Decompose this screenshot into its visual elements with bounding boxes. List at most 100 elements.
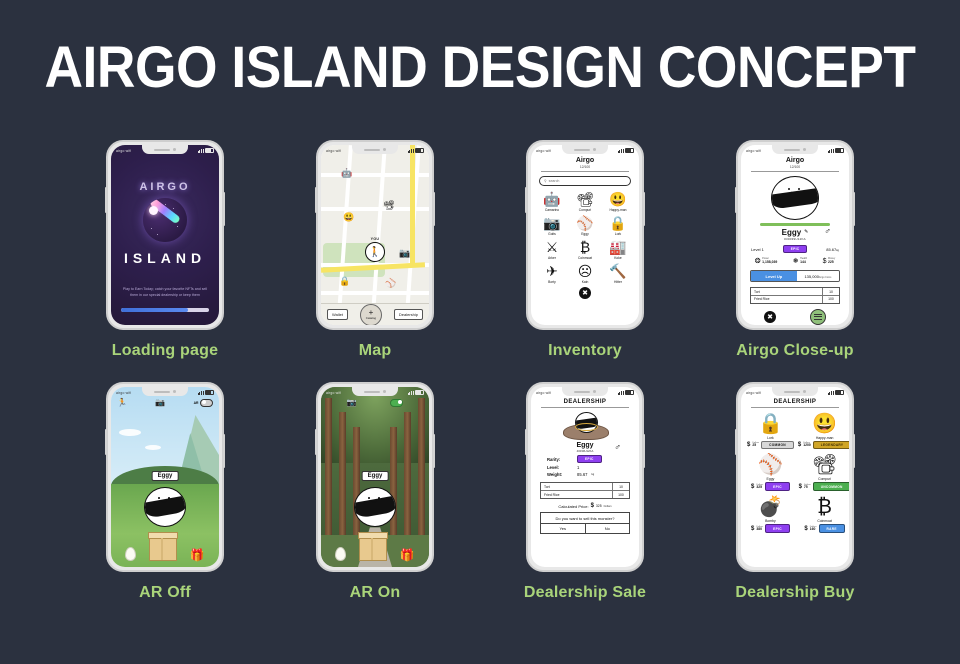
phone-screen: 🤖 📽 😃 📷 🔒 ⚾ YOU 🚶 Wallet + Catalog Deale… — [321, 145, 429, 325]
gift-item[interactable]: 🎁 — [190, 549, 205, 561]
offer-grid: 🔒 Lork $ Dollars 25 COMMON 😃 Happy-man $… — [747, 413, 849, 534]
plus-icon: + — [368, 308, 374, 317]
phone-notch — [352, 387, 398, 396]
offer-card[interactable]: 💣 Bomby $ Dollars 380 EPIC — [747, 496, 794, 534]
no-button[interactable]: No — [586, 524, 630, 533]
offer-card[interactable]: ₿ Coinmoat $ Dollars 160 RARE — [798, 496, 849, 534]
gift-item[interactable]: 🎁 — [400, 549, 415, 561]
attr-key: Weight: — [547, 472, 563, 478]
tree-trunk — [339, 412, 346, 539]
inventory-item[interactable]: 🏭 Koke — [603, 239, 633, 260]
price-value: 325 — [756, 485, 763, 490]
item-name: Fried Rice — [544, 492, 560, 497]
table-row: Tort 10 — [751, 288, 839, 297]
screen-ar-on: 📷 Eggy 🎁 airgo wifi AR On — [270, 382, 480, 602]
tree-trunk — [325, 397, 332, 539]
inventory-item[interactable]: ☹ Kain — [570, 263, 600, 284]
level-up-row[interactable]: Level Up 135,000Airgo Coins — [750, 270, 840, 283]
phone-notch — [772, 145, 818, 154]
ar-item-bar: 🎁 — [321, 532, 429, 561]
offer-card[interactable]: 🔒 Lork $ Dollars 25 COMMON — [747, 413, 794, 450]
inventory-item[interactable]: 📽 Compuri — [570, 191, 600, 212]
you-avatar-icon: 🚶 — [365, 242, 385, 262]
map-view[interactable]: 🤖 📽 😃 📷 🔒 ⚾ YOU 🚶 Wallet + Catalog Deale… — [321, 145, 429, 325]
inventory-item[interactable]: 🤖 Camarino — [537, 191, 567, 212]
box-item[interactable] — [148, 532, 178, 561]
capacity-counter: 12/100 — [789, 165, 801, 169]
you-marker[interactable]: YOU 🚶 — [365, 237, 385, 262]
edit-pencil-icon[interactable]: ✎ — [804, 229, 808, 235]
inventory-item[interactable]: ₿ Coinmoat — [570, 239, 600, 260]
inventory-item[interactable]: 🔨 Hitter — [603, 263, 633, 284]
item-name: Fried Rice — [754, 297, 770, 302]
item-qty: 100 — [612, 491, 629, 499]
screen-dealership-buy: DEALERSHIP 🔒 Lork $ Dollars 25 COMMON 😃 … — [690, 382, 900, 602]
eggy-avatar[interactable] — [354, 487, 396, 527]
menu-button[interactable] — [810, 308, 826, 325]
status-carrier: airgo wifi — [326, 148, 342, 153]
table-row: Fried Rice 100 — [751, 296, 839, 303]
yes-button[interactable]: Yes — [541, 524, 586, 533]
egg-item[interactable] — [125, 547, 137, 561]
inventory-item[interactable]: ✈ Borty — [537, 263, 567, 284]
map-bottom-bar: Wallet + Catalog Dealership — [321, 303, 429, 325]
offer-card[interactable]: ⚾ Eggy $ Dollars 325 EPIC — [747, 454, 794, 492]
level-up-button[interactable]: Level Up — [751, 271, 797, 282]
price-value: 325 — [595, 504, 602, 509]
eggy-band — [145, 494, 185, 520]
toggle-switch-on[interactable] — [390, 398, 404, 407]
camera-icon[interactable]: 📷 — [155, 398, 165, 407]
dealership-button[interactable]: Dealership — [393, 309, 423, 320]
stats-row: ❂ Power 1,158,039 ❅ Health 144 $ Money 225 — [747, 257, 843, 266]
offer-price-row: $ Dollars 75 UNCOMMON — [798, 482, 849, 492]
attribute-level: Level: 1 — [547, 465, 623, 470]
rarity-badge: UNCOMMON — [812, 482, 849, 492]
eggy-avatar[interactable] — [144, 487, 186, 527]
toggle-switch-off[interactable] — [200, 398, 213, 407]
camera-icon[interactable]: 📷 — [347, 398, 357, 407]
tree-trunk — [418, 397, 425, 539]
inventory-item[interactable]: ⚔ Arker — [537, 239, 567, 260]
item-label: Borty — [548, 279, 556, 284]
egg-item[interactable] — [335, 547, 347, 561]
dealership-sale-view: DEALERSHIP Eggy 40039U12KA ♂ Rarity: EPI… — [531, 387, 639, 567]
health-bar — [760, 222, 830, 226]
phone-frame: 🏃 📷 AR Eggy 🎁 airgo wifi — [105, 382, 225, 572]
concept-board: AIRGO ISLAND DESIGN CONCEPT AIRGO ISLAND… — [0, 0, 960, 664]
close-button[interactable]: ✖ — [764, 310, 776, 323]
lock-icon: 🔒 — [609, 214, 627, 231]
screen-inventory: Airgo 12/100 ⚲ search 🤖 Camarino 📽 Compuri… — [480, 140, 690, 360]
offer-card[interactable]: 😃 Happy-man $ Dollars 1200 LEGENDARY — [798, 413, 849, 450]
status-right — [827, 147, 845, 154]
screen-caption: Dealership Sale — [523, 584, 647, 601]
phone-screen: DEALERSHIP Eggy 40039U12KA ♂ Rarity: EPI… — [531, 387, 639, 567]
dollar-icon: $ — [798, 483, 802, 490]
screen-caption: Airgo Close-up — [736, 342, 854, 359]
robot-icon: 🤖 — [543, 190, 561, 207]
ar-top-bar: 📷 — [321, 398, 429, 407]
wallet-button[interactable]: Wallet — [327, 309, 348, 320]
price-unit: Dollars — [603, 504, 612, 508]
eggy-band — [355, 494, 395, 520]
inventory-item[interactable]: 📷 Goits — [537, 215, 567, 236]
battery-icon — [415, 389, 425, 396]
eggy-eye-right — [168, 497, 170, 499]
inventory-item[interactable]: 😃 Happy-man — [603, 191, 633, 212]
search-placeholder: search — [548, 178, 560, 183]
inventory-item[interactable]: ⚾ Eggy — [570, 215, 600, 236]
offer-card[interactable]: 📽 Compuri $ Dollars 75 UNCOMMON — [798, 454, 849, 492]
box-item[interactable] — [358, 532, 388, 561]
phone-row-2: 🏃 📷 AR Eggy 🎁 airgo wifi AR Off 📷 Eggy 🎁… — [0, 382, 960, 602]
close-button[interactable]: ✖ — [579, 286, 591, 299]
catalog-button[interactable]: + Catalog — [359, 303, 382, 325]
ar-toggle[interactable] — [390, 398, 404, 407]
phone-notch — [772, 387, 818, 396]
lock-icon: 🔒 — [757, 412, 783, 435]
divider — [541, 407, 629, 408]
run-icon[interactable]: 🏃 — [117, 398, 127, 407]
inventory-item[interactable]: 🔒 Lork — [603, 215, 633, 236]
signal-icon — [617, 390, 624, 395]
stat-value: 225 — [828, 259, 834, 264]
search-input[interactable]: ⚲ search — [539, 175, 631, 186]
ar-toggle[interactable]: AR — [194, 398, 213, 407]
